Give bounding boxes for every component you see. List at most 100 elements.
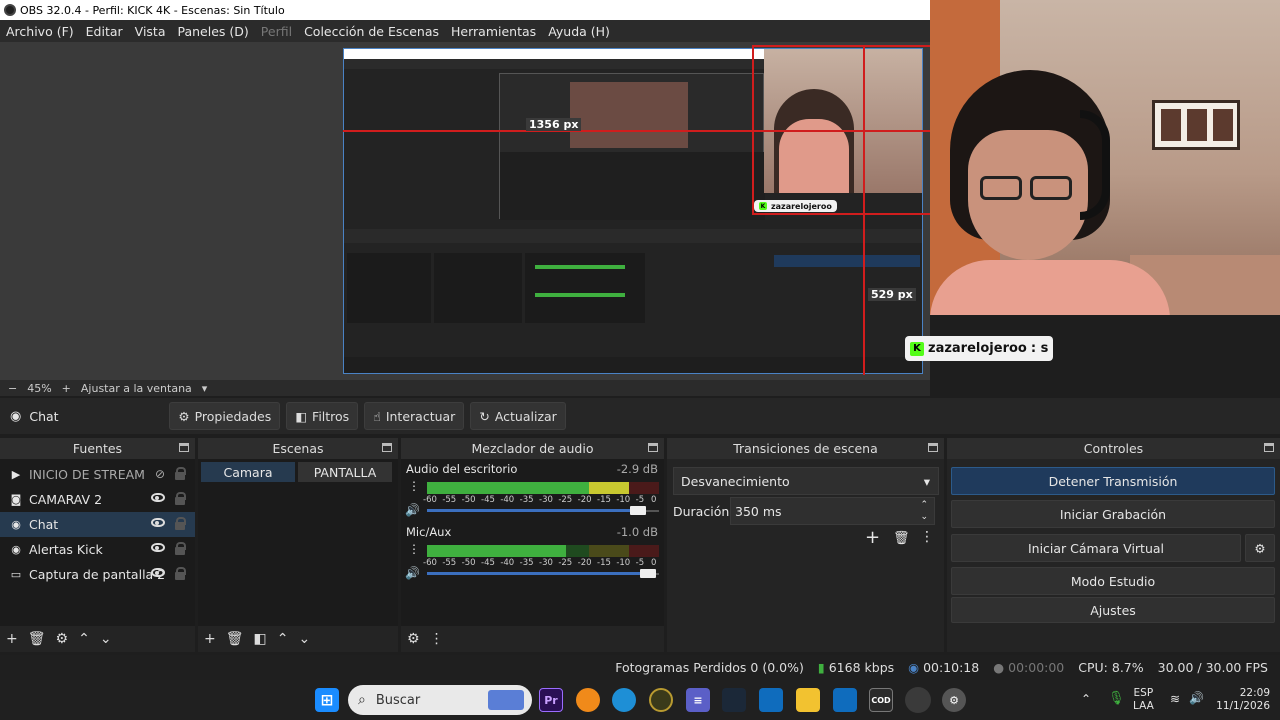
webcam-source[interactable] — [930, 0, 1280, 315]
down-arrow-icon[interactable]: ⌄ — [298, 631, 310, 647]
trash-icon[interactable]: 🗑 — [28, 631, 46, 647]
zoom-out-button[interactable]: − — [8, 382, 17, 395]
volume-slider-handle[interactable] — [639, 569, 656, 578]
lock-icon[interactable] — [175, 492, 186, 505]
mic-icon[interactable]: 🎙 — [1108, 691, 1125, 706]
eye-icon[interactable] — [151, 493, 165, 502]
volume-icon[interactable]: 🔊 — [1189, 691, 1204, 705]
menu-editar[interactable]: Editar — [80, 24, 129, 39]
settings-button[interactable]: Ajustes — [951, 597, 1275, 623]
refresh-button[interactable]: ↻ Actualizar — [470, 402, 566, 430]
undock-icon[interactable] — [928, 443, 938, 452]
undock-icon[interactable] — [648, 443, 658, 452]
scene-camara[interactable]: Camara — [201, 462, 295, 482]
start-recording-button[interactable]: Iniciar Grabación — [951, 500, 1275, 528]
bitrate-group: ▮ 6168 kbps — [818, 660, 894, 675]
language-indicator[interactable]: ESP LAA — [1133, 687, 1154, 713]
menu-ayuda[interactable]: Ayuda (H) — [542, 24, 616, 39]
chat-overlay[interactable]: K zazarelojeroo : s — [905, 336, 1054, 361]
gear-icon[interactable]: ⚙ — [56, 631, 69, 647]
speaker-icon[interactable]: 🔊 — [405, 503, 420, 517]
zoom-dropdown-icon[interactable]: ▾ — [202, 382, 208, 395]
speaker-icon[interactable]: 🔊 — [405, 566, 420, 580]
undock-icon[interactable] — [179, 443, 189, 452]
source-item[interactable]: ◉ Chat — [0, 512, 195, 537]
zoom-fit-select[interactable]: Ajustar a la ventana — [81, 382, 192, 395]
menu-dots-icon[interactable]: ⋮ — [430, 631, 444, 647]
tray-chevron-icon[interactable]: ⌃ — [1081, 692, 1091, 706]
wifi-icon[interactable]: ≋ — [1170, 692, 1180, 706]
controls-header: Controles — [947, 438, 1280, 459]
clock[interactable]: 22:09 11/1/2026 — [1214, 687, 1270, 713]
eye-icon[interactable] — [151, 568, 165, 577]
record-time: 00:00:00 — [1008, 660, 1065, 675]
menu-coleccion-escenas[interactable]: Colección de Escenas — [298, 24, 445, 39]
preview-canvas[interactable]: K zazarelojeroo — [343, 48, 923, 374]
app-icon[interactable] — [649, 688, 673, 712]
scene-pantalla[interactable]: PANTALLA — [298, 462, 392, 482]
menu-vista[interactable]: Vista — [129, 24, 172, 39]
undock-icon[interactable] — [382, 443, 392, 452]
zoom-in-button[interactable]: + — [62, 382, 71, 395]
volume-slider-handle[interactable] — [630, 506, 647, 515]
notes-icon[interactable]: ≡ — [686, 688, 710, 712]
transitions-dock: Transiciones de escena Desvanecimiento ▾… — [667, 438, 944, 652]
undock-icon[interactable] — [1264, 443, 1274, 452]
duration-spinbox[interactable]: 350 ms ⌃ ⌄ — [730, 497, 935, 525]
transition-select[interactable]: Desvanecimiento ▾ — [673, 467, 939, 495]
add-icon[interactable]: + — [6, 631, 18, 647]
virtual-camera-button[interactable]: Iniciar Cámara Virtual — [951, 534, 1241, 562]
taskbar-search[interactable]: ⌕ Buscar — [348, 685, 532, 715]
advanced-audio-icon[interactable]: ⚙ — [407, 631, 420, 647]
filters-button[interactable]: ◧ Filtros — [286, 402, 359, 430]
source-item[interactable]: ◙ CAMARAV 2 — [0, 487, 195, 512]
cod-icon[interactable]: COD — [869, 688, 893, 712]
lock-icon[interactable] — [175, 542, 186, 555]
trash-icon[interactable]: 🗑 — [226, 631, 244, 647]
trash-icon[interactable]: 🗑 — [893, 531, 910, 546]
menu-herramientas[interactable]: Herramientas — [445, 24, 542, 39]
up-arrow-icon[interactable]: ⌃ — [277, 631, 289, 647]
windows-start-icon[interactable]: ⊞ — [315, 688, 339, 712]
search-icon: ⌕ — [358, 692, 366, 708]
settings-gear-icon[interactable]: ⚙ — [942, 688, 966, 712]
interact-button[interactable]: ☝ Interactuar — [364, 402, 465, 430]
nested-capture-inner — [570, 82, 688, 148]
up-arrow-icon[interactable]: ⌃ — [78, 631, 90, 647]
folder-icon[interactable] — [796, 688, 820, 712]
channel-menu-icon[interactable]: ⋮ — [408, 542, 420, 556]
premiere-icon[interactable]: Pr — [539, 688, 563, 712]
add-icon[interactable]: + — [865, 527, 880, 548]
firefox-icon[interactable] — [576, 688, 600, 712]
outlook-icon[interactable] — [833, 688, 857, 712]
down-arrow-icon[interactable]: ⌄ — [100, 631, 112, 647]
channel-menu-icon[interactable]: ⋮ — [408, 479, 420, 493]
menu-paneles[interactable]: Paneles (D) — [172, 24, 255, 39]
meter-tick-label: -60 — [423, 495, 437, 505]
menu-dots-icon[interactable]: ⋮ — [920, 529, 934, 545]
source-item[interactable]: ▭ Captura de pantalla 2 — [0, 562, 195, 587]
menu-perfil[interactable]: Perfil — [255, 24, 298, 39]
edge-icon[interactable] — [612, 688, 636, 712]
stop-stream-button[interactable]: Detener Transmisión — [951, 467, 1275, 495]
properties-button[interactable]: ⚙ Propiedades — [169, 402, 281, 430]
add-icon[interactable]: + — [204, 631, 216, 647]
steam-icon[interactable] — [722, 688, 746, 712]
source-item[interactable]: ◉ Alertas Kick — [0, 537, 195, 562]
picture-2 — [1187, 109, 1207, 141]
glasses-right — [1030, 176, 1072, 200]
spinner-arrows-icon[interactable]: ⌃ ⌄ — [920, 499, 928, 523]
source-item[interactable]: ▶ INICIO DE STREAM ⊘ — [0, 462, 195, 487]
studio-mode-button[interactable]: Modo Estudio — [951, 567, 1275, 595]
eye-icon[interactable] — [151, 518, 165, 527]
eye-icon[interactable] — [151, 543, 165, 552]
filter-icon[interactable]: ◧ — [254, 631, 267, 647]
obs-taskbar-icon[interactable] — [905, 687, 931, 713]
hidden-eye-icon[interactable]: ⊘ — [155, 467, 165, 481]
store-icon[interactable] — [759, 688, 783, 712]
virtual-camera-settings-button[interactable]: ⚙ — [1245, 534, 1275, 562]
menu-archivo[interactable]: Archivo (F) — [0, 24, 80, 39]
lock-icon[interactable] — [175, 467, 186, 480]
lock-icon[interactable] — [175, 517, 186, 530]
lock-icon[interactable] — [175, 567, 186, 580]
